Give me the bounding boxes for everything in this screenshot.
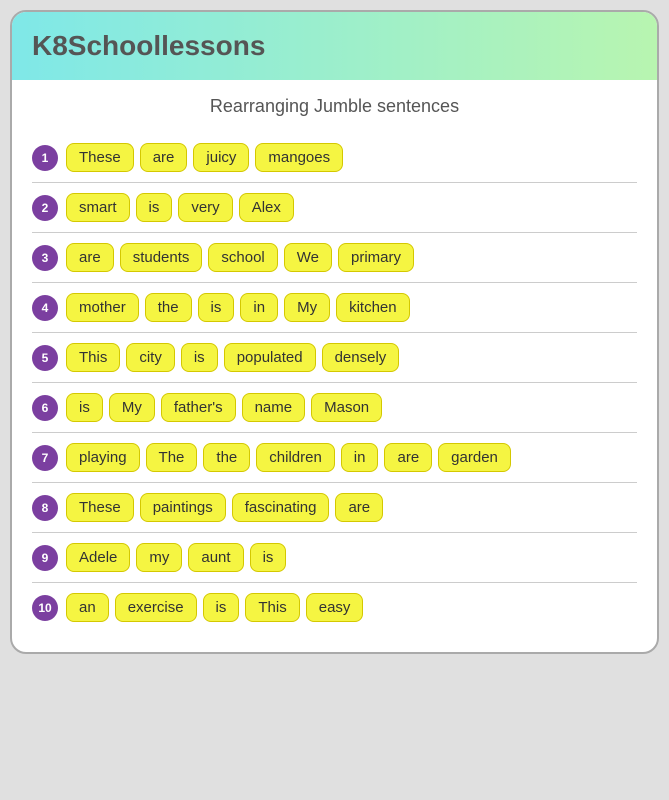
word-tag[interactable]: the [145,293,192,322]
number-badge: 9 [32,545,58,571]
sentence-row: 3 arestudentsschoolWeprimary [32,233,637,283]
sentence-row: 4 mothertheisinMykitchen [32,283,637,333]
sentence-row: 10 anexerciseisThiseasy [32,583,637,632]
word-tag[interactable]: densely [322,343,400,372]
word-tag[interactable]: are [140,143,188,172]
word-tag[interactable]: are [335,493,383,522]
word-tag[interactable]: mother [66,293,139,322]
main-card: K8Schoollessons Rearranging Jumble sente… [10,10,659,654]
word-tag[interactable]: Adele [66,543,130,572]
app-title: K8Schoollessons [32,30,265,61]
number-badge: 7 [32,445,58,471]
header: K8Schoollessons [12,12,657,80]
word-tag[interactable]: the [203,443,250,472]
word-tag[interactable]: name [242,393,306,422]
number-badge: 4 [32,295,58,321]
word-tag[interactable]: are [66,243,114,272]
word-tag[interactable]: father's [161,393,236,422]
word-tag[interactable]: We [284,243,332,272]
word-tag[interactable]: These [66,143,134,172]
word-tag[interactable]: my [136,543,182,572]
word-tag[interactable]: is [136,193,173,222]
word-tag[interactable]: is [250,543,287,572]
word-tag[interactable]: These [66,493,134,522]
sentences-list: 1Thesearejuicymangoes2smartisveryAlex3ar… [32,133,637,632]
word-tag[interactable]: My [284,293,330,322]
word-tag[interactable]: children [256,443,335,472]
word-tag[interactable]: garden [438,443,511,472]
number-badge: 8 [32,495,58,521]
word-tag[interactable]: very [178,193,232,222]
word-tag[interactable]: an [66,593,109,622]
word-tag[interactable]: fascinating [232,493,330,522]
word-tag[interactable]: city [126,343,175,372]
word-tag[interactable]: is [66,393,103,422]
word-tag[interactable]: My [109,393,155,422]
word-tag[interactable]: juicy [193,143,249,172]
word-tag[interactable]: aunt [188,543,243,572]
page-title: Rearranging Jumble sentences [32,96,637,117]
number-badge: 2 [32,195,58,221]
word-tag[interactable]: playing [66,443,140,472]
word-tag[interactable]: Mason [311,393,382,422]
sentence-row: 6 isMyfather'snameMason [32,383,637,433]
word-tag[interactable]: are [384,443,432,472]
sentence-row: 5 Thiscityispopulateddensely [32,333,637,383]
word-tag[interactable]: is [198,293,235,322]
word-tag[interactable]: This [245,593,299,622]
number-badge: 1 [32,145,58,171]
word-tag[interactable]: smart [66,193,130,222]
word-tag[interactable]: primary [338,243,414,272]
word-tag[interactable]: is [181,343,218,372]
sentence-row: 8 Thesepaintingsfascinatingare [32,483,637,533]
word-tag[interactable]: school [208,243,277,272]
sentence-row: 9 Adelemyauntis [32,533,637,583]
word-tag[interactable]: This [66,343,120,372]
word-tag[interactable]: students [120,243,203,272]
word-tag[interactable]: easy [306,593,364,622]
word-tag[interactable]: Alex [239,193,294,222]
number-badge: 10 [32,595,58,621]
number-badge: 3 [32,245,58,271]
sentence-row: 7 playingThethechildreninaregarden [32,433,637,483]
word-tag[interactable]: in [240,293,278,322]
word-tag[interactable]: paintings [140,493,226,522]
word-tag[interactable]: The [146,443,198,472]
word-tag[interactable]: populated [224,343,316,372]
number-badge: 5 [32,345,58,371]
word-tag[interactable]: mangoes [255,143,343,172]
word-tag[interactable]: is [203,593,240,622]
word-tag[interactable]: exercise [115,593,197,622]
content-area: Rearranging Jumble sentences 1Theseareju… [12,80,657,652]
sentence-row: 2 smartisveryAlex [32,183,637,233]
word-tag[interactable]: in [341,443,379,472]
word-tag[interactable]: kitchen [336,293,410,322]
sentence-row: 1 Thesearejuicymangoes [32,133,637,183]
number-badge: 6 [32,395,58,421]
